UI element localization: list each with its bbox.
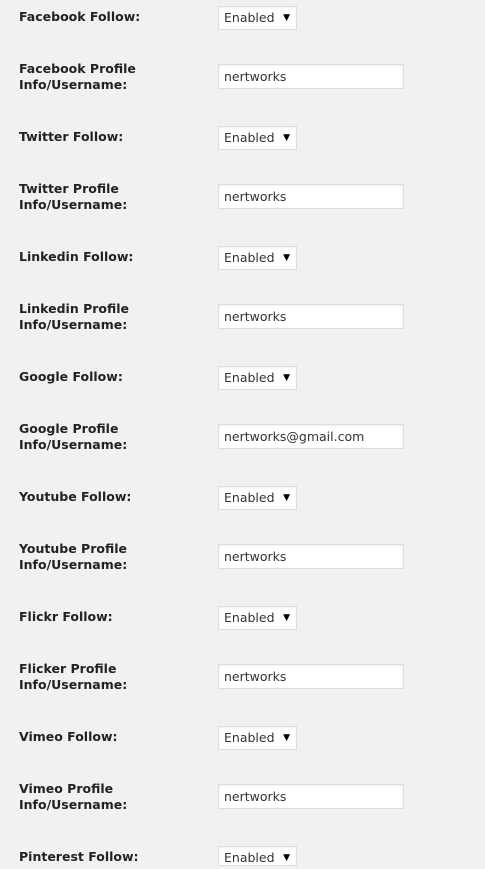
flickr-follow-select[interactable]: Enabled ▼ — [218, 606, 297, 630]
dropdown-arrow-icon: ▼ — [283, 13, 290, 23]
linkedin-profile-label-line2: Info/Username: — [19, 317, 128, 332]
linkedin-follow-select-value: Enabled — [224, 250, 275, 265]
dropdown-arrow-icon: ▼ — [283, 613, 290, 623]
pinterest-follow-select[interactable]: Enabled ▼ — [218, 846, 297, 866]
vimeo-profile-label-line2: Info/Username: — [19, 797, 128, 812]
facebook-follow-select[interactable]: Enabled ▼ — [218, 6, 297, 30]
youtube-profile-label-line2: Info/Username: — [19, 557, 128, 572]
facebook-profile-label: Facebook Profile Info/Username: — [19, 61, 169, 93]
twitter-profile-input[interactable]: nertworks — [218, 184, 404, 209]
facebook-profile-label-line2: Info/Username: — [19, 77, 128, 92]
flickr-follow-select-value: Enabled — [224, 610, 275, 625]
facebook-profile-input[interactable]: nertworks — [218, 64, 404, 89]
dropdown-arrow-icon: ▼ — [283, 373, 290, 383]
linkedin-profile-label-line1: Linkedin Profile — [19, 301, 130, 316]
vimeo-profile-input[interactable]: nertworks — [218, 784, 404, 809]
linkedin-follow-select[interactable]: Enabled ▼ — [218, 246, 297, 270]
youtube-profile-label-line1: Youtube Profile — [19, 541, 127, 556]
pinterest-follow-label: Pinterest Follow: — [19, 849, 139, 864]
google-profile-label: Google Profile Info/Username: — [19, 421, 169, 453]
vimeo-follow-label: Vimeo Follow: — [19, 729, 118, 744]
twitter-profile-label-line1: Twitter Profile — [19, 181, 119, 196]
flickr-profile-input[interactable]: nertworks — [218, 664, 404, 689]
dropdown-arrow-icon: ▼ — [283, 133, 290, 143]
google-follow-select-value: Enabled — [224, 370, 275, 385]
flickr-follow-label: Flickr Follow: — [19, 609, 113, 624]
linkedin-follow-label: Linkedin Follow: — [19, 249, 134, 264]
facebook-follow-select-value: Enabled — [224, 10, 275, 25]
google-profile-label-line1: Google Profile — [19, 421, 119, 436]
vimeo-follow-select-value: Enabled — [224, 730, 275, 745]
pinterest-follow-select-value: Enabled — [224, 850, 275, 865]
youtube-follow-select-value: Enabled — [224, 490, 275, 505]
youtube-follow-label: Youtube Follow: — [19, 489, 132, 504]
dropdown-arrow-icon: ▼ — [283, 253, 290, 263]
flickr-profile-label-line2: Info/Username: — [19, 677, 128, 692]
vimeo-profile-label-line1: Vimeo Profile — [19, 781, 114, 796]
twitter-profile-label-line2: Info/Username: — [19, 197, 128, 212]
facebook-profile-label-line1: Facebook Profile — [19, 61, 136, 76]
youtube-profile-input[interactable]: nertworks — [218, 544, 404, 569]
google-follow-label: Google Follow: — [19, 369, 123, 384]
dropdown-arrow-icon: ▼ — [283, 733, 290, 743]
twitter-profile-label: Twitter Profile Info/Username: — [19, 181, 169, 213]
dropdown-arrow-icon: ▼ — [283, 493, 290, 503]
vimeo-follow-select[interactable]: Enabled ▼ — [218, 726, 297, 750]
google-follow-select[interactable]: Enabled ▼ — [218, 366, 297, 390]
flickr-profile-label: Flicker Profile Info/Username: — [19, 661, 169, 693]
vimeo-profile-label: Vimeo Profile Info/Username: — [19, 781, 169, 813]
twitter-follow-label: Twitter Follow: — [19, 129, 124, 144]
google-profile-label-line2: Info/Username: — [19, 437, 128, 452]
youtube-follow-select[interactable]: Enabled ▼ — [218, 486, 297, 510]
twitter-follow-select-value: Enabled — [224, 130, 275, 145]
twitter-follow-select[interactable]: Enabled ▼ — [218, 126, 297, 150]
google-profile-input[interactable]: nertworks@gmail.com — [218, 424, 404, 449]
facebook-follow-label: Facebook Follow: — [19, 9, 141, 24]
youtube-profile-label: Youtube Profile Info/Username: — [19, 541, 169, 573]
linkedin-profile-label: Linkedin Profile Info/Username: — [19, 301, 169, 333]
flickr-profile-label-line1: Flicker Profile — [19, 661, 117, 676]
linkedin-profile-input[interactable]: nertworks — [218, 304, 404, 329]
